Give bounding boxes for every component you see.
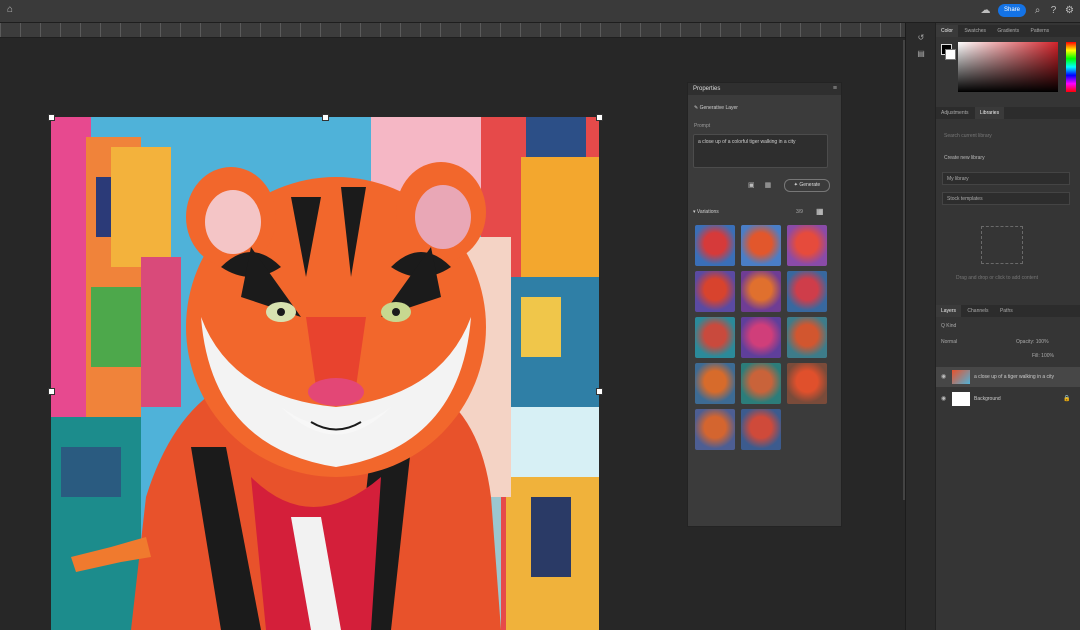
search-icon[interactable]: ⌕ (1032, 5, 1043, 16)
style-reference-icon[interactable]: ▦ (765, 182, 772, 189)
variation-thumbnail[interactable] (695, 225, 735, 266)
prompt-tools: ▣ ▦ (748, 181, 771, 189)
history-icon[interactable]: ↺ (916, 33, 926, 43)
tab-gradients[interactable]: Gradients (992, 25, 1024, 37)
variation-thumbnail[interactable] (741, 363, 781, 404)
tab-adjustments[interactable]: Adjustments (936, 107, 974, 119)
visibility-eye-icon[interactable]: ◉ (941, 389, 946, 409)
transform-handle[interactable] (48, 388, 55, 395)
variation-thumbnail[interactable] (787, 317, 827, 358)
generative-layer-label: Generative Layer (699, 105, 738, 111)
tab-channels[interactable]: Channels (962, 305, 993, 317)
variation-thumbnail[interactable] (741, 225, 781, 266)
properties-title: Properties (693, 86, 721, 92)
hue-slider[interactable] (1066, 42, 1076, 92)
cloud-icon[interactable]: ☁ (980, 5, 991, 16)
layer-thumbnail (952, 370, 970, 384)
library-search[interactable]: Search current library (944, 133, 992, 139)
transform-handle[interactable] (596, 114, 603, 121)
library-empty-illustration (981, 226, 1023, 264)
transform-handle[interactable] (596, 388, 603, 395)
color-tabs: Color Swatches Gradients Patterns (936, 25, 1080, 37)
properties-header: Properties ≡ (688, 83, 841, 95)
color-picker-field[interactable] (958, 42, 1058, 92)
generative-layer-icon: ✎ (694, 105, 699, 111)
generate-button[interactable]: ✦ Generate (784, 179, 830, 192)
variation-thumbnail[interactable] (695, 409, 735, 450)
layer-filter[interactable]: Q Kind (941, 323, 956, 329)
background-color-swatch[interactable] (945, 49, 956, 60)
tab-paths[interactable]: Paths (995, 305, 1018, 317)
variation-thumbnail[interactable] (787, 271, 827, 312)
blend-mode-select[interactable]: Normal (941, 339, 957, 345)
help-icon[interactable]: ? (1048, 5, 1059, 16)
fill-field[interactable]: Fill: 100% (1032, 353, 1054, 359)
variation-thumbnail[interactable] (741, 271, 781, 312)
settings-icon[interactable]: ⚙ (1064, 5, 1075, 16)
properties-panel: Properties ≡ ✎ Generative Layer Prompt a… (687, 82, 842, 527)
top-bar: ⌂ ☁ Share ⌕ ? ⚙ (0, 0, 1080, 23)
tab-color[interactable]: Color (936, 25, 958, 37)
layer-thumbnail (952, 392, 970, 406)
stock-templates-item[interactable]: Stock templates (942, 192, 1070, 205)
variation-thumbnail[interactable] (787, 225, 827, 266)
prompt-input[interactable]: a close up of a colorful tiger walking i… (693, 134, 828, 168)
variation-thumbnail[interactable] (695, 363, 735, 404)
layer-row[interactable]: ◉ Background 🔒 (936, 389, 1080, 409)
variation-thumbnail[interactable] (695, 317, 735, 358)
visibility-eye-icon[interactable]: ◉ (941, 367, 946, 387)
tab-swatches[interactable]: Swatches (959, 25, 991, 37)
variation-thumbnail[interactable] (741, 317, 781, 358)
variations-header[interactable]: ▾ Variations (693, 209, 719, 215)
tiger-artwork (51, 117, 599, 630)
generate-label: Generate (799, 182, 821, 188)
canvas-image[interactable] (51, 117, 599, 630)
home-icon[interactable]: ⌂ (4, 4, 16, 16)
tab-libraries[interactable]: Libraries (974, 107, 1005, 119)
share-button[interactable]: Share (998, 4, 1026, 17)
layer-name: Background (974, 396, 1001, 402)
variation-thumbnail[interactable] (741, 409, 781, 450)
create-new-library-link[interactable]: Create new library (944, 155, 985, 161)
layer-name: a close up of a tiger walking in a city (974, 374, 1055, 380)
transform-handle[interactable] (48, 114, 55, 121)
variations-grid (695, 225, 830, 450)
library-hint: Drag and drop or click to add content (956, 275, 1038, 281)
layers-tabs: Layers Channels Paths (936, 305, 1080, 317)
generative-layer-row: ✎ Generative Layer (694, 105, 738, 111)
image-reference-icon[interactable]: ▣ (748, 182, 755, 189)
library-tabs: Adjustments Libraries (936, 107, 1080, 119)
prompt-label: Prompt (694, 123, 711, 129)
horizontal-ruler (0, 23, 905, 38)
variations-label: Variations (696, 209, 719, 215)
opacity-field[interactable]: Opacity: 100% (1016, 339, 1049, 345)
transform-handle[interactable] (322, 114, 329, 121)
variation-thumbnail[interactable] (787, 363, 827, 404)
variation-thumbnail[interactable] (695, 271, 735, 312)
panel-menu-icon[interactable]: ≡ (833, 83, 837, 95)
tab-layers[interactable]: Layers (936, 305, 962, 317)
my-library-item[interactable]: My library (942, 172, 1070, 185)
right-panel-dock: Color Swatches Gradients Patterns Adjust… (935, 23, 1080, 630)
grid-view-icon[interactable]: ▦ (816, 208, 824, 216)
variations-count: 3/9 (796, 209, 803, 215)
tab-patterns[interactable]: Patterns (1026, 25, 1055, 37)
panel-icon-strip: ↺ ▤ (905, 23, 936, 630)
lock-icon: 🔒 (1063, 396, 1071, 402)
layer-row[interactable]: ◉ a close up of a tiger walking in a cit… (936, 367, 1080, 387)
properties-icon[interactable]: ▤ (916, 49, 926, 59)
